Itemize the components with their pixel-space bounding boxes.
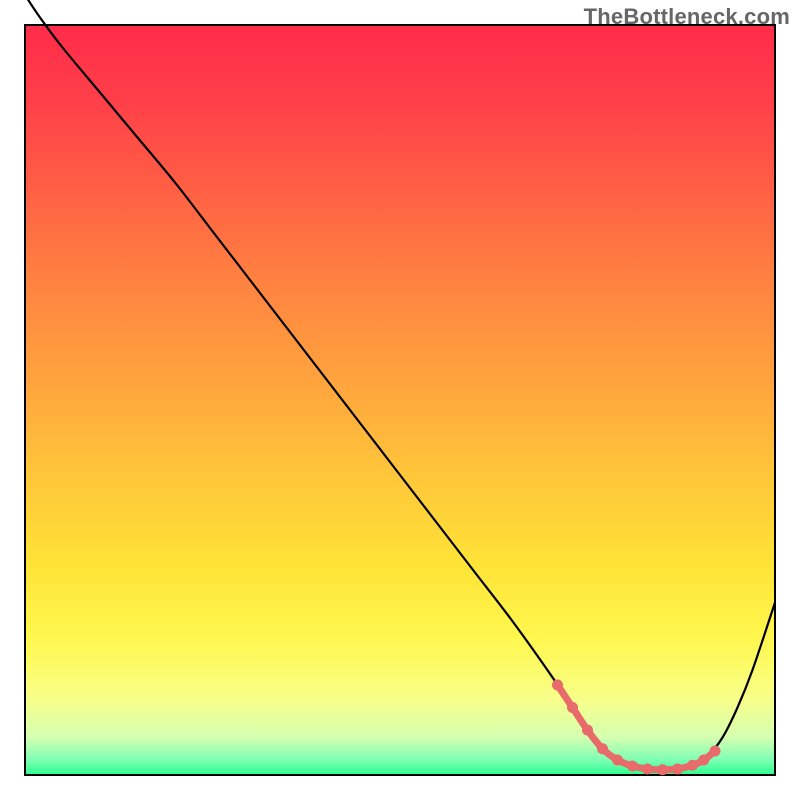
watermark-label: TheBottleneck.com bbox=[584, 4, 790, 30]
optimal-point-marker bbox=[627, 761, 638, 772]
optimal-point-marker bbox=[642, 764, 653, 775]
chart-canvas bbox=[0, 0, 800, 800]
optimal-point-marker bbox=[552, 680, 563, 691]
optimal-point-marker bbox=[672, 764, 683, 775]
optimal-point-marker bbox=[710, 746, 721, 757]
optimal-point-marker bbox=[657, 764, 668, 775]
optimal-point-marker bbox=[698, 755, 709, 766]
optimal-point-marker bbox=[597, 743, 608, 754]
optimal-point-marker bbox=[612, 755, 623, 766]
optimal-point-marker bbox=[567, 702, 578, 713]
optimal-point-marker bbox=[687, 760, 698, 771]
optimal-point-marker bbox=[582, 725, 593, 736]
